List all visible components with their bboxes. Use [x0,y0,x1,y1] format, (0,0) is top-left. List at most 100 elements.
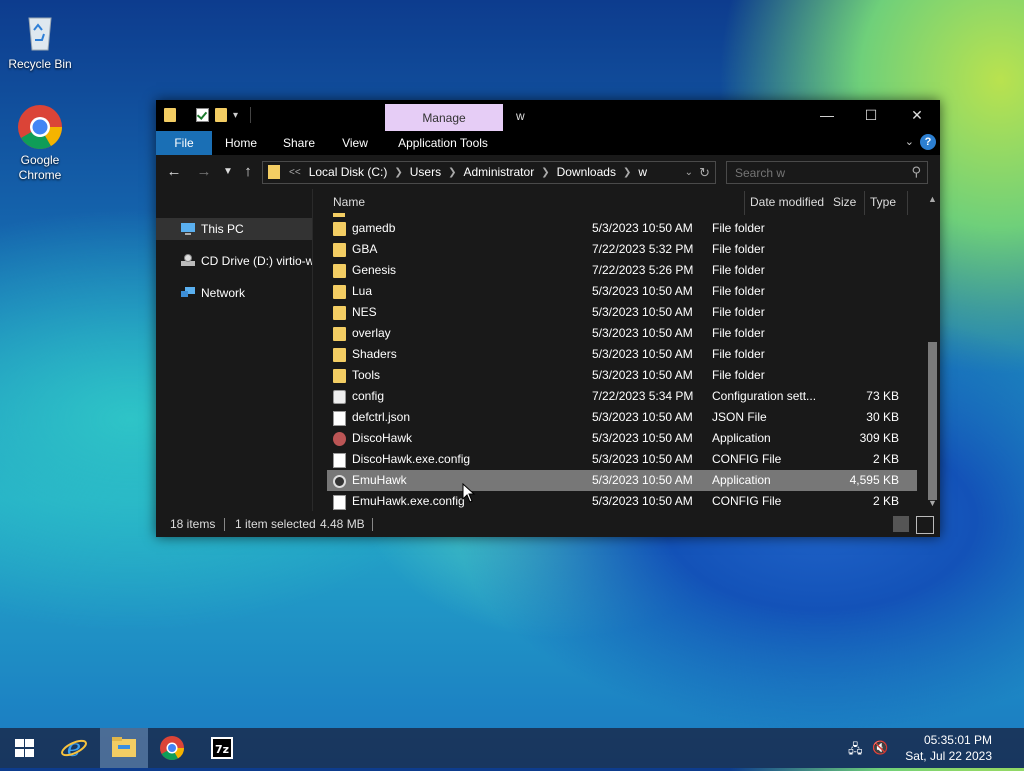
properties-icon[interactable] [196,108,209,122]
tab-file[interactable]: File [156,131,212,155]
taskbar-internet-explorer[interactable]: e [50,728,98,768]
refresh-icon[interactable]: ↻ [699,162,710,183]
table-row[interactable]: NES 5/3/2023 10:50 AM File folder [327,302,917,323]
address-dropdown-icon[interactable]: ⌄ [685,162,693,183]
table-row[interactable]: Lua 5/3/2023 10:50 AM File folder [327,281,917,302]
table-row[interactable]: Genesis 7/22/2023 5:26 PM File folder [327,260,917,281]
search-icon[interactable]: ⚲ [911,164,921,180]
file-size: 2 KB [872,494,899,508]
column-size[interactable]: Size [833,189,856,215]
file-type: Application [712,473,771,487]
table-row[interactable]: Shaders 5/3/2023 10:50 AM File folder [327,344,917,365]
chevron-right-icon[interactable]: ❯ [445,162,459,183]
manage-context-tab[interactable]: Manage [385,104,503,131]
table-row[interactable]: config 7/22/2023 5:34 PM Configuration set… [327,386,917,407]
table-row[interactable]: defctrl.json 5/3/2023 10:50 AM JSON File 30… [327,407,917,428]
breadcrumb-users[interactable]: Users [406,162,445,183]
table-row[interactable]: DiscoHawk 5/3/2023 10:50 AM Application 309… [327,428,917,449]
recent-locations-icon[interactable]: ▼ [218,161,238,183]
volume-muted-icon[interactable]: 🔇 [872,740,888,756]
tab-view[interactable]: View [330,131,380,155]
maximize-button[interactable]: ☐ [848,100,894,131]
quick-access-toolbar: ▾ [164,107,252,123]
column-divider[interactable] [744,191,745,215]
breadcrumb-administrator[interactable]: Administrator [460,162,539,183]
title-bar[interactable]: ▾ Manage w — ☐ ✕ [156,100,940,131]
file-name: DiscoHawk.exe.config [352,452,471,466]
file-name: EmuHawk [352,473,407,487]
breadcrumb-overflow[interactable]: << [285,162,305,183]
breadcrumb-w[interactable]: w [634,162,651,183]
network-status-icon[interactable]: 🖧 [848,740,863,762]
breadcrumb: << Local Disk (C:) ❯ Users ❯ Administrat… [285,162,651,183]
breadcrumb-downloads[interactable]: Downloads [553,162,620,183]
column-divider[interactable] [864,191,865,215]
chevron-right-icon[interactable]: ❯ [391,162,405,183]
table-row[interactable]: DiscoHawk.exe.config 5/3/2023 10:50 AM CON… [327,449,917,470]
table-row[interactable]: gamedb 5/3/2023 10:50 AM File folder [327,218,917,239]
table-row[interactable]: GBA 7/22/2023 5:32 PM File folder [327,239,917,260]
desktop-icon-recycle-bin[interactable]: Recycle Bin [0,8,80,72]
expand-ribbon-icon[interactable]: ⌄ [905,135,914,148]
file-size: 73 KB [866,389,899,403]
column-date-modified[interactable]: Date modified [750,189,824,215]
file-name: GBA [352,242,378,256]
minimize-button[interactable]: — [804,100,850,131]
taskbar-chrome[interactable] [148,728,196,768]
large-icons-view-icon[interactable] [916,516,934,534]
breadcrumb-local-disk[interactable]: Local Disk (C:) [305,162,392,183]
help-icon[interactable]: ? [920,134,936,150]
search-box[interactable]: ⚲ [726,161,928,184]
file-name: overlay [352,326,391,340]
table-row[interactable]: EmuHawk 5/3/2023 10:50 AM Application 4,595… [327,470,917,491]
new-folder-icon[interactable] [215,108,227,122]
status-bar: 18 items 1 item selected 4.48 MB [156,511,940,537]
column-divider[interactable] [907,191,908,215]
back-arrow-icon[interactable]: ← [164,161,184,183]
tab-application-tools[interactable]: Application Tools [388,131,498,155]
nav-item-cd-drive[interactable]: CD Drive (D:) virtio-w [156,250,312,272]
start-button[interactable] [0,728,48,768]
config-file-icon [333,390,346,404]
tab-home[interactable]: Home [214,131,268,155]
file-date: 5/3/2023 10:50 AM [592,305,693,319]
taskbar-clock[interactable]: 05:35:01 PM Sat, Jul 22 2023 [905,732,992,764]
file-type: JSON File [712,410,767,424]
navigation-pane: This PC CD Drive (D:) virtio-w Network [156,189,312,511]
chevron-right-icon[interactable]: ❯ [620,162,634,183]
desktop-icon-chrome[interactable]: Google Chrome [0,104,80,183]
folder-icon [333,369,346,383]
scrollbar-thumb[interactable] [928,342,937,500]
chevron-right-icon[interactable]: ❯ [538,162,552,183]
up-arrow-icon[interactable]: ↑ [238,161,258,183]
nav-item-network[interactable]: Network [156,282,312,304]
file-type: CONFIG File [712,494,782,508]
table-row[interactable]: overlay 5/3/2023 10:50 AM File folder [327,323,917,344]
taskbar-file-explorer[interactable] [100,728,148,768]
file-list: ⌃ Name Date modified Type gamedb 5/3/2023… [313,189,925,511]
scroll-down-icon[interactable]: ▼ [925,496,940,511]
file-name: Shaders [352,347,397,361]
folder-icon [333,348,346,362]
table-row[interactable]: Tools 5/3/2023 10:50 AM File folder [327,365,917,386]
file-type: File folder [712,284,765,298]
taskbar-7zip[interactable]: 7z [198,728,246,768]
forward-arrow-icon[interactable]: → [194,161,214,183]
table-row[interactable]: EmuHawk.exe.config 5/3/2023 10:50 AM CONFI… [327,491,917,511]
scroll-up-icon[interactable]: ▲ [925,192,940,207]
details-view-icon[interactable] [893,516,909,532]
file-icon [333,495,346,510]
customize-toolbar-icon[interactable]: ▾ [233,110,238,121]
address-bar[interactable]: << Local Disk (C:) ❯ Users ❯ Administrat… [262,161,716,184]
file-type: Application [712,431,771,445]
mouse-cursor-icon [462,483,476,503]
tab-share[interactable]: Share [272,131,326,155]
svg-text:e: e [67,734,81,762]
vertical-scrollbar[interactable]: ▲ ▼ [925,189,940,511]
column-type[interactable]: Type [870,189,896,215]
recycle-bin-icon [28,17,52,51]
search-input[interactable] [727,162,913,183]
nav-item-this-pc[interactable]: This PC [156,218,312,240]
close-button[interactable]: ✕ [894,100,940,131]
column-name[interactable]: Name [333,189,365,215]
